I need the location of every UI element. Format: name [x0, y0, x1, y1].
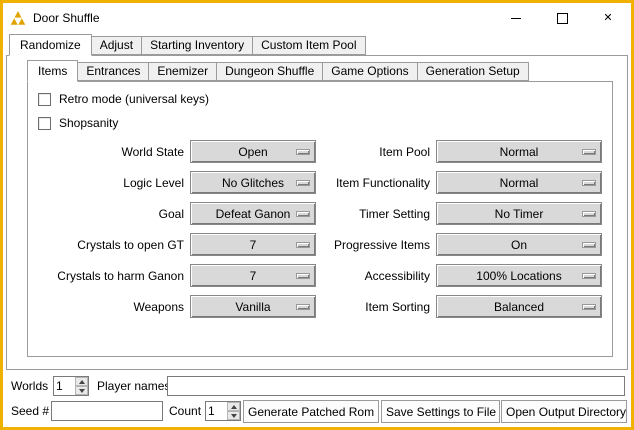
dropdown-indicator-icon [296, 149, 310, 155]
dropdown-indicator-icon [296, 273, 310, 279]
worlds-label: Worlds [11, 379, 48, 393]
retro-mode-row: Retro mode (universal keys) [38, 88, 604, 110]
tab-entrances[interactable]: Entrances [77, 62, 149, 81]
dropdown-indicator-icon [582, 149, 596, 155]
item-sorting-label: Item Sorting [320, 291, 432, 322]
count-value-input[interactable] [206, 402, 227, 420]
dropdown-indicator-icon [296, 242, 310, 248]
logic-level-label: Logic Level [36, 167, 186, 198]
dropdown-indicator-icon [582, 211, 596, 217]
tab-randomize[interactable]: Randomize [9, 34, 92, 56]
dropdown-indicator-icon [296, 211, 310, 217]
shopsanity-checkbox[interactable] [38, 117, 51, 130]
worlds-spinner[interactable] [53, 376, 89, 396]
item-sorting-dropdown[interactable]: Balanced [436, 295, 602, 318]
tab-dungeon-shuffle[interactable]: Dungeon Shuffle [216, 62, 323, 81]
tab-game-options[interactable]: Game Options [322, 62, 417, 81]
app-window: Door Shuffle ✕ Randomize Adjust Starting… [0, 0, 634, 430]
crystals-ganon-label: Crystals to harm Ganon [36, 260, 186, 291]
player-names-label: Player names [97, 379, 170, 393]
retro-mode-label: Retro mode (universal keys) [59, 92, 209, 106]
count-spin-down-button[interactable] [227, 411, 240, 420]
tab-enemizer[interactable]: Enemizer [148, 62, 217, 81]
seed-label: Seed # [11, 404, 49, 418]
generate-row: Seed # Count Generate Patched Rom Save S… [3, 400, 631, 424]
dropdown-indicator-icon [296, 304, 310, 310]
player-names-input[interactable] [167, 376, 625, 396]
arrow-down-icon [231, 414, 237, 418]
timer-setting-dropdown[interactable]: No Timer [436, 202, 602, 225]
count-spin-arrows [227, 402, 240, 420]
item-functionality-dropdown[interactable]: Normal [436, 171, 602, 194]
weapons-label: Weapons [36, 291, 186, 322]
retro-mode-checkbox[interactable] [38, 93, 51, 106]
save-settings-button[interactable]: Save Settings to File [381, 400, 500, 423]
triforce-icon [10, 11, 26, 25]
tab-starting-inventory[interactable]: Starting Inventory [141, 36, 253, 55]
accessibility-dropdown[interactable]: 100% Locations [436, 264, 602, 287]
arrow-down-icon [79, 389, 85, 393]
worlds-value-input[interactable] [54, 377, 75, 395]
arrow-up-icon [79, 380, 85, 384]
shopsanity-label: Shopsanity [59, 116, 118, 130]
tab-generation-setup[interactable]: Generation Setup [417, 62, 529, 81]
minimize-button[interactable] [493, 3, 539, 33]
logic-level-dropdown[interactable]: No Glitches [190, 171, 316, 194]
dropdown-indicator-icon [582, 180, 596, 186]
weapons-dropdown[interactable]: Vanilla [190, 295, 316, 318]
tab-adjust[interactable]: Adjust [91, 36, 142, 55]
worlds-spin-arrows [75, 377, 88, 395]
progressive-items-dropdown[interactable]: On [436, 233, 602, 256]
seed-input[interactable] [51, 401, 163, 421]
settings-tab-bar: Items Entrances Enemizer Dungeon Shuffle… [27, 60, 528, 81]
count-spinner[interactable] [205, 401, 241, 421]
timer-setting-label: Timer Setting [320, 198, 432, 229]
tab-custom-item-pool[interactable]: Custom Item Pool [252, 36, 365, 55]
crystals-gt-dropdown[interactable]: 7 [190, 233, 316, 256]
multiworld-row: Worlds Player names [3, 375, 631, 397]
open-output-directory-button[interactable]: Open Output Directory [501, 400, 627, 423]
world-state-dropdown[interactable]: Open [190, 140, 316, 163]
item-pool-label: Item Pool [320, 136, 432, 167]
dropdown-indicator-icon [296, 180, 310, 186]
goal-label: Goal [36, 198, 186, 229]
accessibility-label: Accessibility [320, 260, 432, 291]
item-pool-dropdown[interactable]: Normal [436, 140, 602, 163]
shopsanity-row: Shopsanity [38, 112, 604, 134]
count-label: Count [169, 404, 201, 418]
crystals-gt-label: Crystals to open GT [36, 229, 186, 260]
maximize-button[interactable] [539, 3, 585, 33]
maximize-icon [557, 13, 568, 24]
tab-items[interactable]: Items [27, 60, 78, 82]
items-panel: Retro mode (universal keys) Shopsanity W… [27, 81, 613, 357]
randomize-panel: Items Entrances Enemizer Dungeon Shuffle… [6, 55, 628, 370]
worlds-spin-down-button[interactable] [75, 386, 88, 395]
arrow-up-icon [231, 405, 237, 409]
world-state-label: World State [36, 136, 186, 167]
item-functionality-label: Item Functionality [320, 167, 432, 198]
crystals-ganon-dropdown[interactable]: 7 [190, 264, 316, 287]
goal-dropdown[interactable]: Defeat Ganon [190, 202, 316, 225]
minimize-icon [511, 18, 521, 19]
count-spin-up-button[interactable] [227, 402, 240, 411]
title-bar: Door Shuffle ✕ [3, 3, 631, 33]
settings-grid: World State Open Item Pool Normal Logic … [36, 136, 604, 322]
generate-patched-rom-button[interactable]: Generate Patched Rom [243, 400, 379, 423]
close-icon: ✕ [603, 13, 612, 24]
progressive-items-label: Progressive Items [320, 229, 432, 260]
dropdown-indicator-icon [582, 242, 596, 248]
worlds-spin-up-button[interactable] [75, 377, 88, 386]
close-button[interactable]: ✕ [585, 3, 631, 33]
dropdown-indicator-icon [582, 273, 596, 279]
main-tab-bar: Randomize Adjust Starting Inventory Cust… [9, 34, 365, 55]
window-controls: ✕ [493, 3, 631, 33]
window-title: Door Shuffle [33, 11, 100, 25]
dropdown-indicator-icon [582, 304, 596, 310]
